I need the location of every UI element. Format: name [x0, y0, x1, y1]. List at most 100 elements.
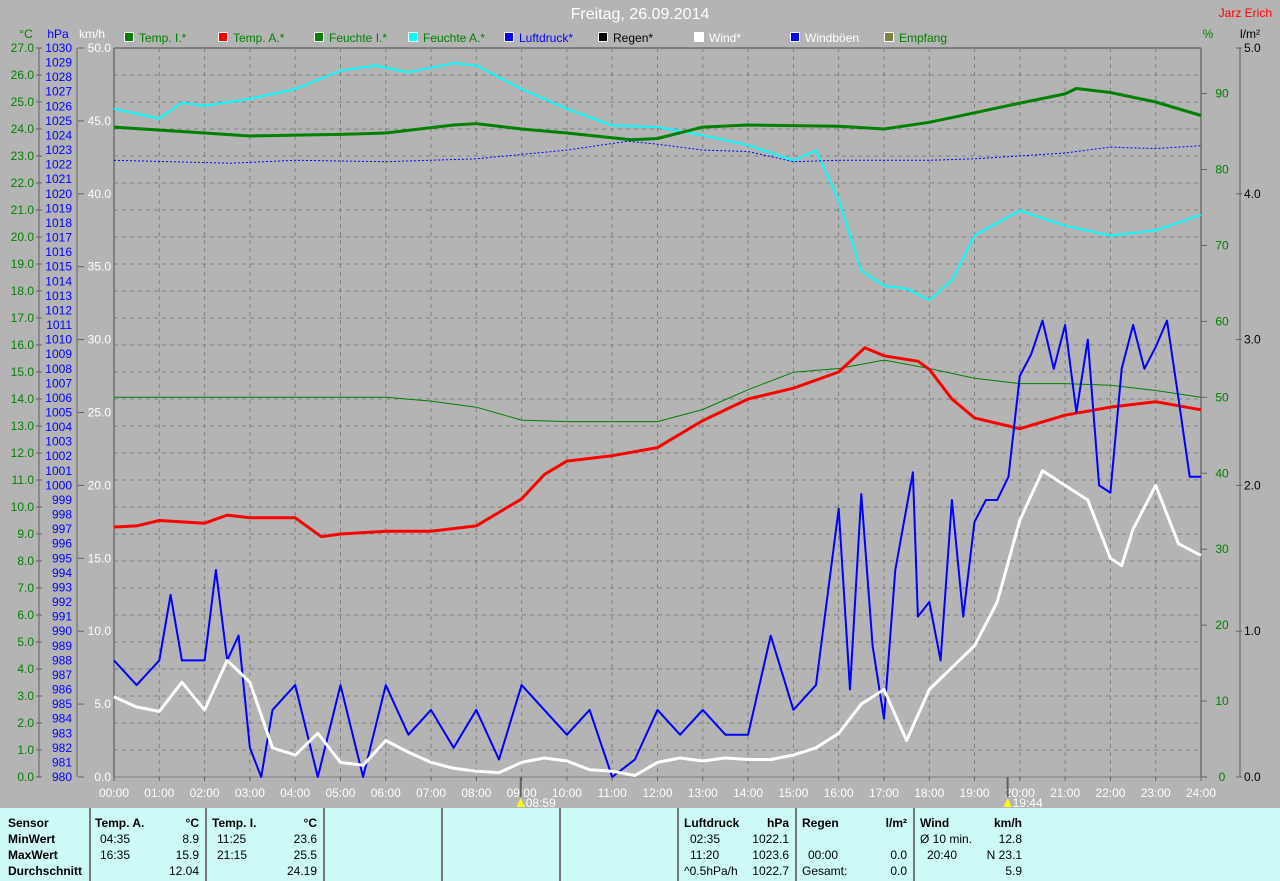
tick-label-pressure: 984 [52, 712, 72, 726]
axis-title-pressure: hPa [47, 27, 69, 41]
rain-total-label: Gesamt: [802, 864, 848, 878]
tick-label-pressure: 1006 [45, 391, 72, 405]
tick-label-pressure: 1002 [45, 449, 72, 463]
tick-label-rain: 0.0 [1244, 770, 1261, 784]
wind-title: Wind [920, 816, 950, 830]
tick-label-wind: 20.0 [88, 478, 112, 492]
tick-label-pressure: 1024 [45, 128, 72, 142]
tick-label-pressure: 1030 [45, 41, 72, 55]
pressure-title: Luftdruck [684, 816, 740, 830]
tick-label-humidity: 10 [1215, 694, 1229, 708]
tick-label-pressure: 987 [52, 668, 72, 682]
tick-label-pressure: 982 [52, 741, 72, 755]
tick-label-temp: 13.0 [11, 419, 35, 433]
tick-label-pressure: 997 [52, 522, 72, 536]
tick-label-pressure: 1003 [45, 435, 72, 449]
tick-label-humidity: 20 [1215, 618, 1229, 632]
axis-title-rain: l/m² [1240, 27, 1260, 41]
tick-label-temp: 6.0 [17, 608, 34, 622]
legend-label: Feuchte A.* [423, 31, 485, 45]
tick-label-humidity: 0 [1219, 770, 1226, 784]
tick-label-pressure: 1026 [45, 99, 72, 113]
wind-avg10-label: Ø 10 min. [920, 832, 973, 846]
tick-label-temp: 24.0 [11, 122, 35, 136]
rain-unit: l/m² [885, 816, 907, 830]
tick-label-pressure: 1019 [45, 201, 72, 215]
wind-avg: 5.9 [1005, 864, 1022, 878]
tick-label-pressure: 1021 [45, 172, 72, 186]
axis-title-humidity: % [1203, 27, 1214, 41]
legend-label: Feuchte I.* [329, 31, 387, 45]
tick-label-temp: 10.0 [11, 500, 35, 514]
legend-swatch-4 [504, 32, 514, 42]
tick-label-temp: 21.0 [11, 203, 35, 217]
tick-label-temp: 19.0 [11, 257, 35, 271]
pressure-max-time: 11:20 [690, 848, 720, 862]
tick-label-pressure: 1013 [45, 289, 72, 303]
tick-label-pressure: 995 [52, 551, 72, 565]
tick-label-time: 00:00 [99, 786, 129, 800]
tick-label-temp: 15.0 [11, 365, 35, 379]
tick-label-time: 06:00 [371, 786, 401, 800]
tick-label-temp: 4.0 [17, 662, 34, 676]
tick-label-humidity: 70 [1215, 238, 1229, 252]
tick-label-pressure: 981 [52, 755, 72, 769]
tick-label-temp: 16.0 [11, 338, 35, 352]
tick-label-pressure: 989 [52, 639, 72, 653]
tick-label-time: 13:00 [688, 786, 718, 800]
tick-label-time: 23:00 [1141, 786, 1171, 800]
tick-label-temp: 25.0 [11, 95, 35, 109]
legend-swatch-6 [694, 32, 704, 42]
legend-swatch-1 [218, 32, 228, 42]
tick-label-pressure: 1029 [45, 56, 72, 70]
tick-label-temp: 7.0 [17, 581, 34, 595]
tick-label-temp: 5.0 [17, 635, 34, 649]
tick-label-temp: 18.0 [11, 284, 35, 298]
tick-label-rain: 1.0 [1244, 624, 1261, 638]
legend-label: Wind* [709, 31, 741, 45]
tick-label-pressure: 1025 [45, 114, 72, 128]
sunset-time: 19:44 [1013, 796, 1043, 808]
rain-time: 00:00 [808, 848, 839, 862]
tick-label-temp: 12.0 [11, 446, 35, 460]
tick-label-pressure: 993 [52, 580, 72, 594]
tick-label-time: 03:00 [235, 786, 265, 800]
tick-label-pressure: 1007 [45, 376, 72, 390]
tick-label-pressure: 985 [52, 697, 72, 711]
tick-label-pressure: 1000 [45, 478, 72, 492]
temp-i-max-time: 21:15 [217, 848, 248, 862]
legend-swatch-3 [408, 32, 418, 42]
tick-label-time: 12:00 [642, 786, 672, 800]
tick-label-temp: 2.0 [17, 716, 34, 730]
tick-label-wind: 0.0 [94, 770, 111, 784]
legend-swatch-8 [884, 32, 894, 42]
pressure-min: 1022.1 [752, 832, 789, 846]
legend-label: Regen* [613, 31, 653, 45]
pressure-avg: 1022.7 [752, 864, 789, 878]
tick-label-temp: 22.0 [11, 176, 35, 190]
temp-a-unit: °C [185, 816, 199, 830]
tick-label-wind: 30.0 [88, 333, 112, 347]
tick-label-rain: 5.0 [1244, 41, 1261, 55]
tick-label-time: 21:00 [1050, 786, 1080, 800]
tick-label-wind: 50.0 [88, 41, 112, 55]
tick-label-time: 11:00 [598, 786, 627, 800]
pressure-unit: hPa [766, 816, 789, 830]
tick-label-time: 04:00 [280, 786, 310, 800]
tick-label-temp: 0.0 [17, 770, 34, 784]
tick-label-pressure: 1014 [45, 274, 72, 288]
weather-chart: °C hPa km/h% l/m² 0.0 1.0 2.0 3.0 4.0 5.0 6.0 7.0 8.… [11, 27, 1261, 808]
tick-label-time: 10:00 [552, 786, 582, 800]
axis-title-wind: km/h [79, 27, 105, 41]
tick-label-temp: 23.0 [11, 149, 35, 163]
tick-label-time: 14:00 [733, 786, 763, 800]
tick-label-pressure: 1012 [45, 303, 72, 317]
tick-label-time: 07:00 [416, 786, 446, 800]
tick-label-pressure: 1018 [45, 216, 72, 230]
tick-label-pressure: 1011 [46, 318, 72, 332]
sunrise-time: 08:59 [526, 796, 556, 808]
tick-label-pressure: 1004 [45, 420, 72, 434]
temp-i-avg: 24.19 [286, 864, 317, 878]
row-label-max: MaxWert [8, 848, 58, 862]
axis-title-temp: °C [19, 27, 33, 41]
